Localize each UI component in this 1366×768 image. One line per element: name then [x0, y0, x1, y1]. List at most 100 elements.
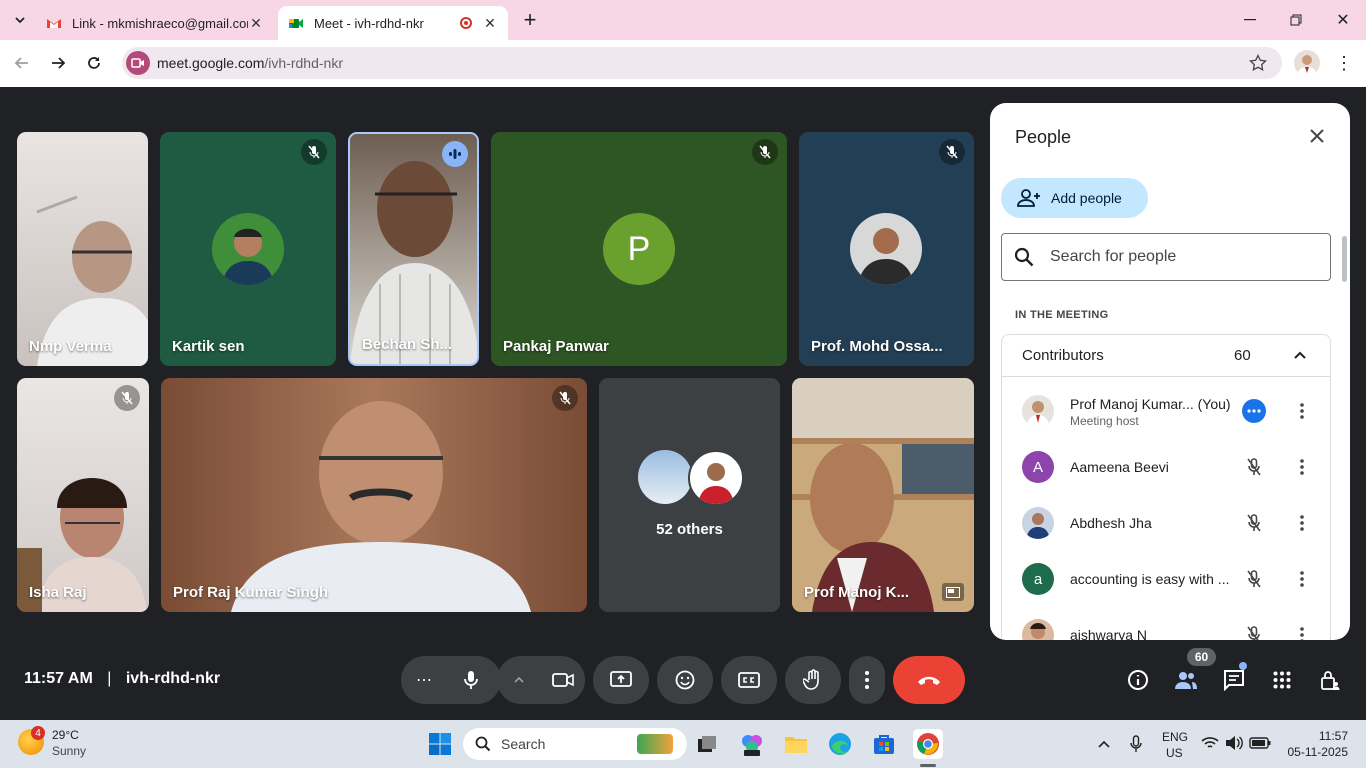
- system-tray[interactable]: [1201, 735, 1271, 751]
- tab-search-button[interactable]: [8, 8, 32, 32]
- add-people-button[interactable]: Add people: [1001, 178, 1148, 218]
- file-explorer-icon[interactable]: [781, 729, 811, 759]
- minimize-button[interactable]: [1238, 8, 1262, 32]
- more-options-icon[interactable]: [1290, 567, 1314, 591]
- participant-row[interactable]: Prof Manoj Kumar... (You) Meeting host: [1002, 383, 1330, 439]
- close-tab-icon[interactable]: ✕: [248, 15, 264, 31]
- restore-button[interactable]: [1284, 8, 1308, 32]
- search-input[interactable]: [1050, 248, 1300, 266]
- participant-name: Isha Raj: [29, 584, 87, 601]
- start-button[interactable]: [425, 729, 455, 759]
- back-button[interactable]: [9, 50, 35, 76]
- captions-button[interactable]: [721, 656, 777, 704]
- people-button[interactable]: [1170, 664, 1202, 696]
- participant-tile[interactable]: Prof Raj Kumar Singh: [161, 378, 587, 612]
- m365-icon[interactable]: [737, 729, 767, 759]
- video-icon: [131, 58, 144, 68]
- chrome-taskbar-icon[interactable]: [913, 729, 943, 759]
- participant-tile[interactable]: Kartik sen: [160, 132, 336, 366]
- contributors-header[interactable]: Contributors 60: [1002, 335, 1330, 377]
- weather-temp: 29°C: [52, 728, 79, 742]
- participant-name: Nmp Verma: [29, 338, 112, 355]
- windows-taskbar: 4 29°C Sunny Search ENG US 11:57 05-11-2…: [0, 720, 1366, 768]
- close-window-button[interactable]: ✕: [1331, 8, 1355, 32]
- host-controls-button[interactable]: [1314, 664, 1346, 696]
- new-tab-button[interactable]: +: [518, 7, 542, 32]
- video-options-icon[interactable]: [497, 656, 541, 704]
- people-count-badge: 60: [1187, 648, 1216, 666]
- close-tab-icon[interactable]: ✕: [482, 15, 498, 31]
- meeting-details-button[interactable]: [1122, 664, 1154, 696]
- bookmark-button[interactable]: [1245, 50, 1271, 76]
- participant-tile[interactable]: P Pankaj Panwar: [491, 132, 787, 366]
- more-options-icon[interactable]: [1290, 623, 1314, 640]
- mic-off-glyph: [559, 391, 571, 405]
- more-options-icon[interactable]: [1290, 399, 1314, 423]
- more-options-icon[interactable]: [1290, 511, 1314, 535]
- group-count: 60: [1234, 347, 1251, 364]
- chevron-up-icon[interactable]: [1292, 347, 1308, 363]
- restore-icon: [1290, 14, 1302, 26]
- more-vert-glyph: [1300, 515, 1304, 531]
- speaking-indicator-icon: [442, 141, 468, 167]
- tray-date: 05-11-2025: [1287, 745, 1349, 759]
- participant-name: Prof Manoj K...: [804, 584, 909, 601]
- more-options-button[interactable]: [849, 656, 885, 704]
- participant-tile[interactable]: Nmp Verma: [17, 132, 148, 366]
- taskbar-search[interactable]: Search: [463, 728, 687, 760]
- avatar-photo: [1026, 513, 1050, 539]
- participant-name: aishwarya N: [1070, 627, 1148, 640]
- edge-icon[interactable]: [825, 729, 855, 759]
- camera-button[interactable]: [541, 656, 585, 704]
- m365-glyph: [742, 735, 762, 756]
- language-code[interactable]: ENG: [1162, 730, 1188, 744]
- present-button[interactable]: [593, 656, 649, 704]
- participant-row[interactable]: Abdhesh Jha: [1002, 495, 1330, 551]
- tray-time[interactable]: 11:57: [1314, 729, 1348, 743]
- participant-tile[interactable]: Isha Raj: [17, 378, 149, 612]
- task-view-icon[interactable]: [692, 729, 722, 759]
- show-hidden-icons[interactable]: [1089, 729, 1119, 759]
- present-screen-icon: [610, 671, 632, 687]
- tab-strip: Link - mkmishraeco@gmail.com ✕ Meet - iv…: [0, 0, 1366, 40]
- profile-avatar[interactable]: [1294, 50, 1320, 76]
- mic-off-glyph: [121, 391, 133, 405]
- audio-options-icon[interactable]: ⋯: [401, 656, 447, 704]
- participant-tile-self[interactable]: Prof Manoj K...: [792, 378, 974, 612]
- panel-scrollbar[interactable]: [1342, 236, 1347, 282]
- participant-name: Abdhesh Jha: [1070, 515, 1152, 531]
- gmail-icon: [47, 19, 61, 28]
- url-text: meet.google.com/ivh-rdhd-nkr: [157, 55, 343, 71]
- participant-row[interactable]: A Aameena Beevi: [1002, 439, 1330, 495]
- reactions-button[interactable]: [657, 656, 713, 704]
- participant-row[interactable]: aishwarya N: [1002, 607, 1330, 640]
- minimize-icon: [1244, 19, 1256, 21]
- raise-hand-button[interactable]: [785, 656, 841, 704]
- chrome-glyph: [917, 733, 939, 755]
- search-box[interactable]: [1001, 233, 1331, 281]
- tab-meet[interactable]: Meet - ivh-rdhd-nkr ✕: [278, 6, 508, 40]
- forward-button[interactable]: [45, 50, 71, 76]
- activities-button[interactable]: [1266, 664, 1298, 696]
- participant-tile-speaking[interactable]: Bechan Sh...: [348, 132, 479, 366]
- reload-button[interactable]: [81, 50, 107, 76]
- tab-gmail[interactable]: Link - mkmishraeco@gmail.com ✕: [36, 6, 274, 40]
- emoji-icon: [675, 670, 695, 690]
- site-info-icon[interactable]: [126, 51, 150, 75]
- store-icon[interactable]: [869, 729, 899, 759]
- others-tile[interactable]: 52 others: [599, 378, 780, 612]
- chrome-menu-button[interactable]: ⋮: [1331, 50, 1357, 76]
- pip-icon[interactable]: [942, 583, 964, 601]
- participant-role: Meeting host: [1070, 414, 1139, 428]
- participant-tile[interactable]: Prof. Mohd Ossa...: [799, 132, 974, 366]
- microphone-button[interactable]: [447, 656, 495, 704]
- address-bar[interactable]: meet.google.com/ivh-rdhd-nkr: [122, 47, 1282, 79]
- participant-name: Aameena Beevi: [1070, 459, 1169, 475]
- more-options-icon[interactable]: [1290, 455, 1314, 479]
- store-glyph: [874, 735, 894, 754]
- leave-call-button[interactable]: [893, 656, 965, 704]
- close-panel-button[interactable]: [1304, 123, 1330, 149]
- tray-mic-icon[interactable]: [1121, 729, 1151, 759]
- participant-row[interactable]: a accounting is easy with ...: [1002, 551, 1330, 607]
- muted-mic-icon: [552, 385, 578, 411]
